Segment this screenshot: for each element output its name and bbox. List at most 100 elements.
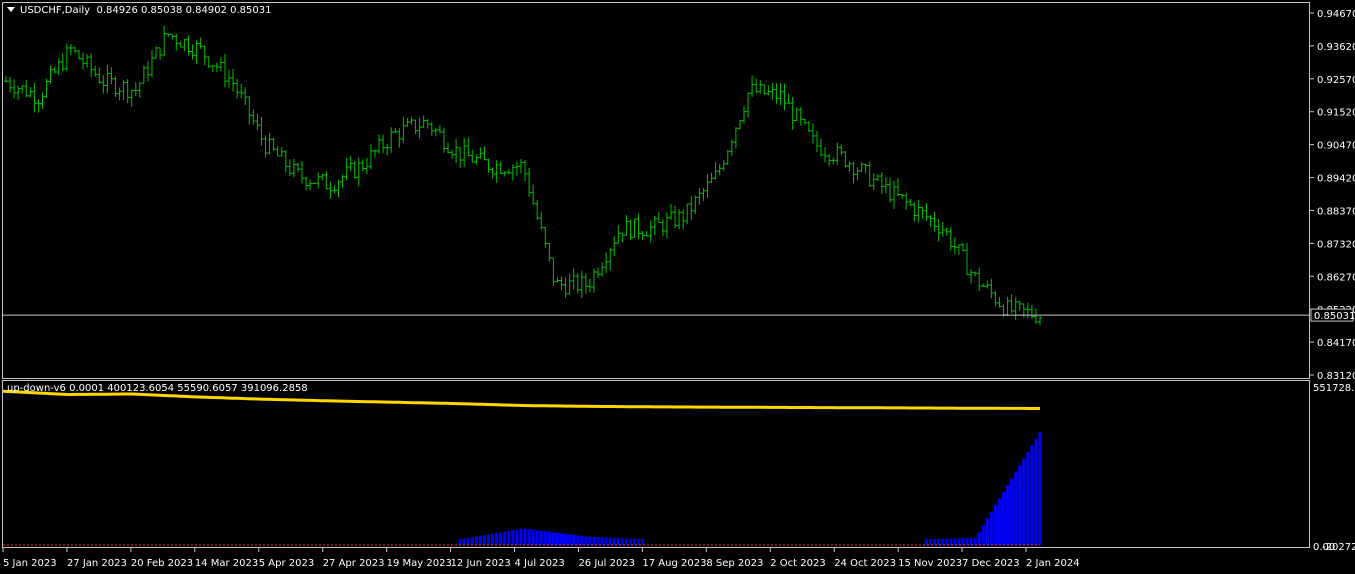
price-bar [389, 127, 394, 153]
price-bar [24, 79, 29, 98]
price-bar [202, 45, 207, 66]
price-bar [194, 40, 199, 65]
price-bar [336, 179, 341, 198]
histogram-bar [580, 535, 584, 545]
price-bar [904, 192, 909, 210]
price-bar [831, 157, 836, 165]
histogram-bar [499, 532, 503, 545]
price-bar [28, 87, 33, 98]
histogram-bar [957, 538, 961, 545]
price-bar [141, 65, 146, 84]
price-bar [940, 222, 945, 237]
histogram-bar [969, 538, 973, 545]
price-bar [693, 195, 698, 215]
price-bar [283, 150, 288, 173]
price-bar [352, 161, 357, 179]
time-axis-label: 27 Apr 2023 [323, 558, 385, 569]
histogram-bar [491, 533, 495, 545]
price-bar [121, 80, 126, 101]
price-bar [502, 170, 507, 177]
price-axis-label: 0.92570 [1317, 75, 1355, 86]
price-bar [689, 196, 694, 221]
time-axis-label: 19 May 2023 [387, 558, 452, 569]
price-bar [450, 149, 455, 159]
price-bar [701, 188, 706, 201]
histogram-bar [596, 537, 600, 545]
price-bar [656, 212, 661, 224]
price-bar [875, 174, 880, 182]
price-bar [851, 161, 856, 184]
price-bar [227, 69, 232, 88]
price-bar [93, 65, 98, 77]
price-bar [717, 164, 722, 175]
price-bar [883, 177, 888, 194]
price-bar [44, 78, 49, 99]
menu-triangle-icon[interactable] [7, 7, 15, 12]
price-bar [944, 227, 949, 236]
time-axis-label: 15 Nov 2023 [898, 558, 962, 569]
price-bar [437, 125, 442, 134]
indicator-axis-bottom: -20272.77 [1322, 542, 1355, 553]
price-bar [247, 96, 252, 125]
price-bar [936, 219, 941, 242]
histogram-bar [1010, 478, 1014, 545]
time-axis-label: 27 Jan 2023 [67, 558, 127, 569]
histogram-bar [551, 532, 555, 545]
price-bar [583, 273, 588, 294]
price-bar [636, 213, 641, 240]
price-bar [794, 107, 799, 122]
price-bar [364, 158, 369, 175]
price-bar [518, 159, 523, 174]
price-bar [847, 161, 852, 172]
price-bar [547, 242, 552, 262]
price-bar [778, 83, 783, 106]
price-bar [470, 149, 475, 163]
price-bar [324, 171, 329, 190]
indicator-name: up-down-v6 [7, 383, 66, 394]
price-axis-label: 0.94670 [1317, 9, 1355, 20]
price-bar [308, 179, 313, 191]
price-bar [218, 57, 223, 72]
histogram-bar [1018, 465, 1022, 545]
price-bar [421, 115, 426, 128]
time-axis-label: 8 Sep 2023 [706, 558, 763, 569]
price-bar [965, 242, 970, 276]
price-bar [462, 138, 467, 168]
price-bar [912, 201, 917, 222]
price-axis-label: 0.87320 [1317, 239, 1355, 250]
indicator-histogram [458, 432, 1042, 545]
price-bar [843, 150, 848, 168]
price-bar [64, 43, 69, 72]
histogram-bar [641, 539, 645, 545]
histogram-bar [929, 539, 933, 545]
price-bar [129, 89, 134, 107]
price-bar [267, 133, 272, 155]
price-bar [466, 137, 471, 157]
histogram-bar [547, 531, 551, 545]
price-bar [628, 219, 633, 241]
histogram-bar [989, 511, 993, 545]
price-bar [8, 77, 13, 93]
price-bar [36, 99, 41, 113]
histogram-bar [523, 528, 527, 545]
price-axis-label: 0.83120 [1317, 371, 1355, 382]
histogram-bar [977, 531, 981, 545]
price-bar [587, 278, 592, 293]
histogram-bar [555, 532, 559, 545]
price-bar [960, 243, 965, 252]
price-bar [235, 78, 240, 99]
histogram-bar [612, 537, 616, 545]
histogram-bar [1006, 485, 1010, 545]
price-bar [60, 53, 65, 72]
price-bar [989, 278, 994, 299]
price-bar [445, 142, 450, 154]
price-bar [170, 33, 175, 40]
price-bar [97, 67, 102, 84]
price-bar [981, 283, 986, 287]
chart-canvas[interactable]: 0.94670 0.93620 0.92570 0.91520 0.90470 0.894… [0, 0, 1355, 574]
price-bar [835, 142, 840, 166]
ohlc-low: 0.84902 [185, 5, 227, 16]
price-bar [591, 268, 596, 293]
price-bar [644, 230, 649, 237]
price-bar [774, 83, 779, 104]
